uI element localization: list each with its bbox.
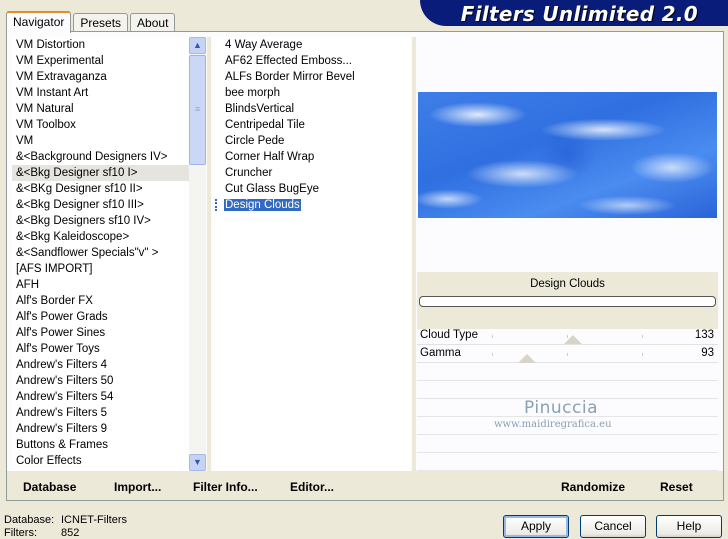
category-item[interactable]: Color Effects	[12, 453, 206, 469]
filter-item[interactable]: AF62 Effected Emboss...	[213, 53, 411, 69]
title-banner: Filters Unlimited 2.0	[420, 0, 728, 26]
category-item[interactable]: VM Experimental	[12, 53, 206, 69]
category-item[interactable]: VM	[12, 133, 206, 149]
apply-button[interactable]: Apply	[503, 515, 569, 538]
category-item[interactable]: Buttons & Frames	[12, 437, 206, 453]
filter-item-label: Cruncher	[225, 167, 273, 179]
app-title: Filters Unlimited 2.0	[460, 2, 698, 26]
watermark-url: www.maidiregrafica.eu	[494, 419, 612, 430]
tab-strip: Navigator Presets About	[6, 10, 177, 33]
category-item[interactable]: VM Extravaganza	[12, 69, 206, 85]
scroll-thumb[interactable]: ≡	[189, 55, 206, 165]
param-row-empty	[417, 454, 718, 471]
filter-item-label: BlindsVertical	[225, 103, 295, 115]
category-item[interactable]: Andrew's Filters 54	[12, 389, 206, 405]
param-row-empty	[417, 436, 718, 453]
category-scrollbar[interactable]: ▲ ≡ ▼	[189, 37, 206, 471]
category-item[interactable]: VM Toolbox	[12, 117, 206, 133]
randomize-button[interactable]: Randomize	[561, 480, 625, 494]
list-divider	[207, 37, 211, 471]
category-item[interactable]: VM Natural	[12, 101, 206, 117]
category-item[interactable]: &<Background Designers IV>	[12, 149, 206, 165]
filter-preview-image	[418, 92, 717, 218]
category-item[interactable]: &<Sandflower Specials"v" >	[12, 245, 206, 261]
editor-button[interactable]: Editor...	[290, 480, 334, 494]
selection-marker-icon	[215, 199, 220, 211]
database-button[interactable]: Database	[23, 480, 76, 494]
list-divider	[412, 37, 416, 471]
category-item[interactable]: Andrew's Filters 9	[12, 421, 206, 437]
progress-bar	[419, 296, 716, 307]
status-filters: Filters: 852	[4, 527, 80, 539]
slider-thumb[interactable]	[564, 335, 582, 344]
category-item[interactable]: Alf's Power Toys	[12, 341, 206, 357]
filter-item-label: Design Clouds	[224, 199, 301, 211]
category-item[interactable]: Alf's Border FX	[12, 293, 206, 309]
help-button[interactable]: Help	[656, 515, 722, 538]
param-row-empty	[417, 364, 718, 381]
scroll-up-button[interactable]: ▲	[189, 37, 206, 54]
category-item[interactable]: Andrew's Filters 5	[12, 405, 206, 421]
cancel-button[interactable]: Cancel	[580, 515, 646, 538]
filter-item[interactable]: BlindsVertical	[213, 101, 411, 117]
category-item[interactable]: &<BKg Designer sf10 II>	[12, 181, 206, 197]
filter-info-button[interactable]: Filter Info...	[193, 480, 258, 494]
filter-item-label: AF62 Effected Emboss...	[225, 55, 352, 67]
category-item[interactable]: &<Bkg Designers sf10 IV>	[12, 213, 206, 229]
reset-button[interactable]: Reset	[660, 480, 693, 494]
tab-about[interactable]: About	[130, 13, 176, 32]
filter-item-label: Cut Glass BugEye	[225, 183, 319, 195]
category-item[interactable]: &<Bkg Designer sf10 III>	[12, 197, 206, 213]
param-row-empty	[417, 382, 718, 399]
watermark-name: Pinuccia	[524, 398, 598, 418]
filter-item[interactable]: Design Clouds	[213, 197, 411, 213]
filter-item-label: bee morph	[225, 87, 280, 99]
status-database: Database: ICNET-Filters	[4, 514, 127, 526]
category-item[interactable]: Andrew's Filters 4	[12, 357, 206, 373]
filter-item[interactable]: Cut Glass BugEye	[213, 181, 411, 197]
category-item[interactable]: &<Bkg Kaleidoscope>	[12, 229, 206, 245]
param-value: 133	[694, 329, 714, 341]
filter-item[interactable]: Circle Pede	[213, 133, 411, 149]
filter-item[interactable]: Cruncher	[213, 165, 411, 181]
param-value: 93	[701, 347, 714, 359]
filter-item-label: ALFs Border Mirror Bevel	[225, 71, 355, 83]
category-list[interactable]: VM Distortion VM Experimental VM Extravaga…	[12, 37, 206, 471]
preview-panel: Design Clouds Cloud Type 133 Gamma 93 Pi…	[417, 37, 718, 471]
filter-item[interactable]: Centripedal Tile	[213, 117, 411, 133]
tab-navigator[interactable]: Navigator	[6, 11, 72, 33]
filter-item-label: Circle Pede	[225, 135, 285, 147]
param-name: Cloud Type	[420, 329, 478, 341]
scroll-down-button[interactable]: ▼	[189, 454, 206, 471]
category-item[interactable]: &<Bkg Designer sf10 I>	[12, 165, 206, 181]
category-item[interactable]: AFH	[12, 277, 206, 293]
param-name: Gamma	[420, 347, 461, 359]
filter-item[interactable]: 4 Way Average	[213, 37, 411, 53]
filter-list[interactable]: 4 Way Average AF62 Effected Emboss... ALFs…	[213, 37, 411, 471]
slider-thumb[interactable]	[518, 354, 536, 363]
filter-item[interactable]: ALFs Border Mirror Bevel	[213, 69, 411, 85]
filter-item-label: Centripedal Tile	[225, 119, 305, 131]
tab-presets[interactable]: Presets	[73, 13, 129, 32]
category-item[interactable]: Alf's Power Sines	[12, 325, 206, 341]
category-item[interactable]: [AFS IMPORT]	[12, 261, 206, 277]
filter-item-label: 4 Way Average	[225, 39, 303, 51]
filter-item-label: Corner Half Wrap	[225, 151, 315, 163]
category-item[interactable]: Andrew's Filters 50	[12, 373, 206, 389]
filter-item[interactable]: bee morph	[213, 85, 411, 101]
filter-name-label: Design Clouds	[530, 278, 605, 290]
category-item[interactable]: VM Instant Art	[12, 85, 206, 101]
import-button[interactable]: Import...	[114, 480, 161, 494]
param-row-cloud-type[interactable]: Cloud Type 133	[417, 327, 718, 345]
category-item[interactable]: Alf's Power Grads	[12, 309, 206, 325]
category-item[interactable]: VM Distortion	[12, 37, 206, 53]
param-row-gamma[interactable]: Gamma 93	[417, 345, 718, 363]
filter-item[interactable]: Corner Half Wrap	[213, 149, 411, 165]
